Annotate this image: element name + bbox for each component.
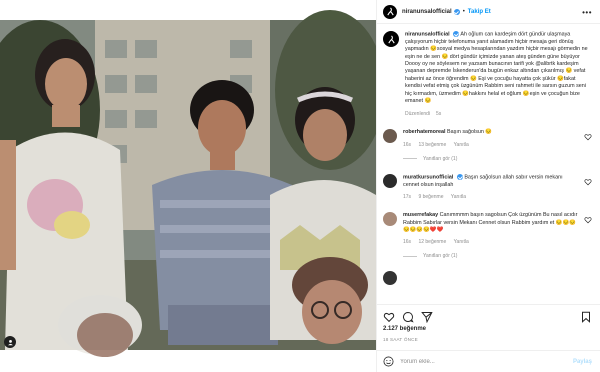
commenter-avatar[interactable] (383, 173, 397, 188)
verified-badge-icon (456, 173, 463, 180)
comment-icon[interactable] (402, 311, 414, 323)
comment-likes[interactable]: 12 beğenme (418, 239, 446, 245)
heart-icon[interactable] (383, 311, 395, 323)
replies-divider (403, 255, 417, 257)
user-tag-icon[interactable] (4, 336, 16, 348)
edited-label: Düzenlendi (405, 111, 431, 118)
comment-item: muratkursunofficial Başın sağolsun allah… (383, 173, 592, 200)
caption-content: Ah oğlum can kardeşim dört gündür ulaşma… (405, 31, 588, 105)
caption-avatar[interactable] (383, 31, 399, 47)
author-username[interactable]: niranunsalofficial (402, 9, 452, 15)
comment-meta: 16s 12 beğenme Yanıtla (403, 239, 578, 245)
verified-badge-icon (453, 31, 460, 37)
view-replies-button[interactable]: Yanıtları gör (1) (403, 156, 578, 162)
view-replies-label: Yanıtları gör (1) (423, 253, 458, 260)
comment-item: muserrefakay Canımmmm başın sagolsun Çok… (383, 212, 592, 259)
reply-button[interactable]: Yanıtla (454, 142, 469, 148)
action-bar (377, 304, 600, 323)
post-timestamp: 18 SAAT ÖNCE (383, 337, 418, 342)
comment-heart-icon[interactable] (584, 133, 592, 141)
ribbon-icon (386, 7, 394, 16)
comments-list[interactable]: niranunsalofficial Ah oğlum can kardeşim… (377, 25, 600, 295)
commenter-username[interactable]: muratkursunofficial (403, 174, 453, 180)
caption-meta: Düzenlendi 5s (405, 111, 592, 117)
post-comment-button[interactable]: Paylaş (573, 359, 592, 365)
separator-dot: • (462, 8, 465, 15)
comment-input[interactable] (400, 358, 573, 365)
comment-item (383, 271, 592, 286)
photo-panel (0, 0, 376, 372)
comment-age: 16s (403, 141, 412, 148)
comment-age: 17s (403, 194, 412, 201)
post-photo[interactable] (0, 0, 376, 372)
post-dialog: niranunsalofficial • Takip Et ••• niranu… (0, 0, 600, 372)
likes-count[interactable]: 2.127 beğenme (383, 326, 426, 332)
share-icon[interactable] (421, 311, 433, 323)
comment-likes[interactable]: 13 beğenme (418, 142, 446, 148)
caption-text: niranunsalofficial Ah oğlum can kardeşim… (405, 31, 592, 105)
emoji-icon[interactable] (383, 356, 394, 367)
edited-age: 5s (436, 111, 442, 118)
follow-button[interactable]: Takip Et (468, 9, 491, 15)
comment-text: Başın sağolsun 😔 (447, 129, 493, 136)
comment-likes[interactable]: 9 beğenme (418, 194, 443, 200)
view-replies-label: Yanıtları gör (1) (423, 155, 458, 162)
commenter-avatar[interactable] (383, 129, 397, 144)
commenter-username[interactable]: muserrefakay (403, 212, 438, 218)
comment-meta: 16s 13 beğenme Yanıtla (403, 142, 578, 148)
post-header: niranunsalofficial • Takip Et ••• (377, 0, 600, 24)
post-caption: niranunsalofficial Ah oğlum can kardeşim… (383, 31, 592, 117)
bookmark-icon[interactable] (580, 311, 592, 323)
ribbon-icon (387, 35, 395, 43)
verified-badge-icon (453, 8, 460, 15)
replies-divider (403, 158, 417, 160)
comment-meta: 17s 9 beğenme Yanıtla (403, 194, 578, 200)
caption-username[interactable]: niranunsalofficial (405, 31, 450, 37)
comment-item: roberhatemoreal Başın sağolsun 😔 16s 13 … (383, 129, 592, 162)
commenter-username[interactable]: roberhatemoreal (403, 129, 446, 135)
commenter-avatar[interactable] (383, 271, 397, 286)
post-side-panel: niranunsalofficial • Takip Et ••• niranu… (376, 0, 600, 372)
comment-age: 16s (403, 239, 412, 246)
author-avatar[interactable] (383, 4, 397, 19)
add-comment-bar: Paylaş (377, 350, 600, 372)
reply-button[interactable]: Yanıtla (451, 194, 466, 200)
more-options-icon[interactable]: ••• (582, 8, 592, 17)
view-replies-button[interactable]: Yanıtları gör (1) (403, 253, 578, 259)
comment-heart-icon[interactable] (584, 178, 592, 186)
commenter-avatar[interactable] (383, 212, 397, 227)
comment-heart-icon[interactable] (584, 216, 592, 224)
reply-button[interactable]: Yanıtla (454, 239, 469, 245)
